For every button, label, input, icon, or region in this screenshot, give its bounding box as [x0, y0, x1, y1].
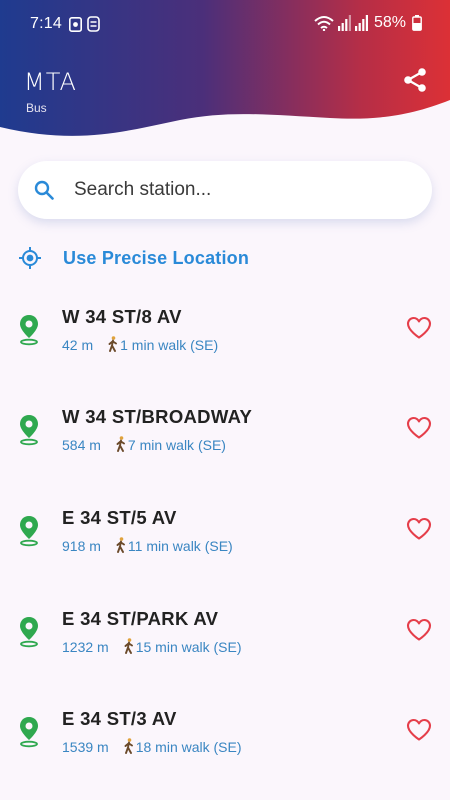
station-name: E 34 ST/PARK AV [62, 608, 219, 629]
battery-percent: 58% [373, 14, 406, 31]
status-time: 7:14 [30, 15, 62, 32]
location-pin-icon [20, 315, 38, 346]
station-item[interactable]: W 34 ST/BROADWAY 584 m 7 min walk (SE) [0, 406, 450, 486]
station-meta: 584 m 7 min walk (SE) [62, 436, 226, 453]
favorite-heart-icon[interactable] [406, 718, 432, 742]
station-meta: 1232 m 15 min walk (SE) [62, 638, 242, 655]
status-bar: 7:14 58% [0, 0, 450, 50]
station-distance: 918 m [62, 538, 101, 554]
station-name: E 34 ST/5 AV [62, 507, 177, 528]
search-bar[interactable] [18, 161, 432, 219]
location-pin-icon [20, 717, 38, 748]
station-walk-time: 15 min walk (SE) [135, 639, 242, 655]
gps-crosshair-icon [19, 247, 41, 269]
walking-person-icon [116, 537, 125, 553]
status-indicators: 58% [314, 14, 422, 32]
precise-location-label: Use Precise Location [63, 247, 250, 268]
station-item[interactable]: E 34 ST/PARK AV 1232 m 15 min walk (SE) [0, 608, 450, 688]
station-distance: 584 m [62, 437, 101, 453]
station-meta: 1539 m 18 min walk (SE) [62, 738, 242, 755]
favorite-heart-icon[interactable] [406, 416, 432, 440]
walking-person-icon [124, 738, 133, 754]
walking-person-icon [108, 336, 118, 352]
station-distance: 1539 m [62, 739, 109, 755]
battery-icon [412, 15, 422, 31]
favorite-heart-icon[interactable] [406, 618, 432, 642]
station-name: W 34 ST/BROADWAY [62, 406, 253, 427]
walking-person-icon [116, 436, 125, 452]
use-precise-location-button[interactable]: Use Precise Location [18, 243, 249, 273]
station-name: E 34 ST/3 AV [62, 708, 177, 729]
station-walk-time: 1 min walk (SE) [120, 337, 219, 353]
station-distance: 1232 m [62, 639, 109, 655]
station-item[interactable]: W 34 ST/8 AV 42 m 1 min walk (SE) [0, 306, 450, 386]
search-input[interactable] [74, 171, 414, 209]
station-walk-time: 11 min walk (SE) [127, 538, 233, 554]
wifi-icon [314, 16, 334, 31]
notification-icon [69, 17, 82, 32]
station-walk-time: 7 min walk (SE) [127, 437, 226, 453]
location-pin-icon [20, 516, 38, 547]
signal-icon-2 [354, 15, 368, 31]
search-icon [34, 180, 54, 200]
location-pin-icon [20, 617, 38, 648]
app-subtitle: Bus [26, 101, 47, 115]
walking-person-icon [124, 638, 133, 654]
favorite-heart-icon[interactable] [406, 316, 432, 340]
station-item[interactable]: E 34 ST/3 AV 1539 m 18 min walk (SE) [0, 708, 450, 788]
station-walk-time: 18 min walk (SE) [135, 739, 242, 755]
station-distance: 42 m [62, 337, 94, 353]
app-title: MTA [24, 68, 77, 96]
signal-icon [337, 15, 351, 31]
sync-icon [87, 16, 100, 32]
station-name: W 34 ST/8 AV [62, 306, 182, 327]
share-icon[interactable] [402, 67, 428, 93]
station-meta: 918 m 11 min walk (SE) [62, 537, 233, 554]
favorite-heart-icon[interactable] [406, 517, 432, 541]
station-meta: 42 m 1 min walk (SE) [62, 336, 218, 353]
app-header: 7:14 58% MTA Bus [0, 0, 450, 150]
station-item[interactable]: E 34 ST/5 AV 918 m 11 min walk (SE) [0, 507, 450, 587]
location-pin-icon [20, 415, 38, 446]
